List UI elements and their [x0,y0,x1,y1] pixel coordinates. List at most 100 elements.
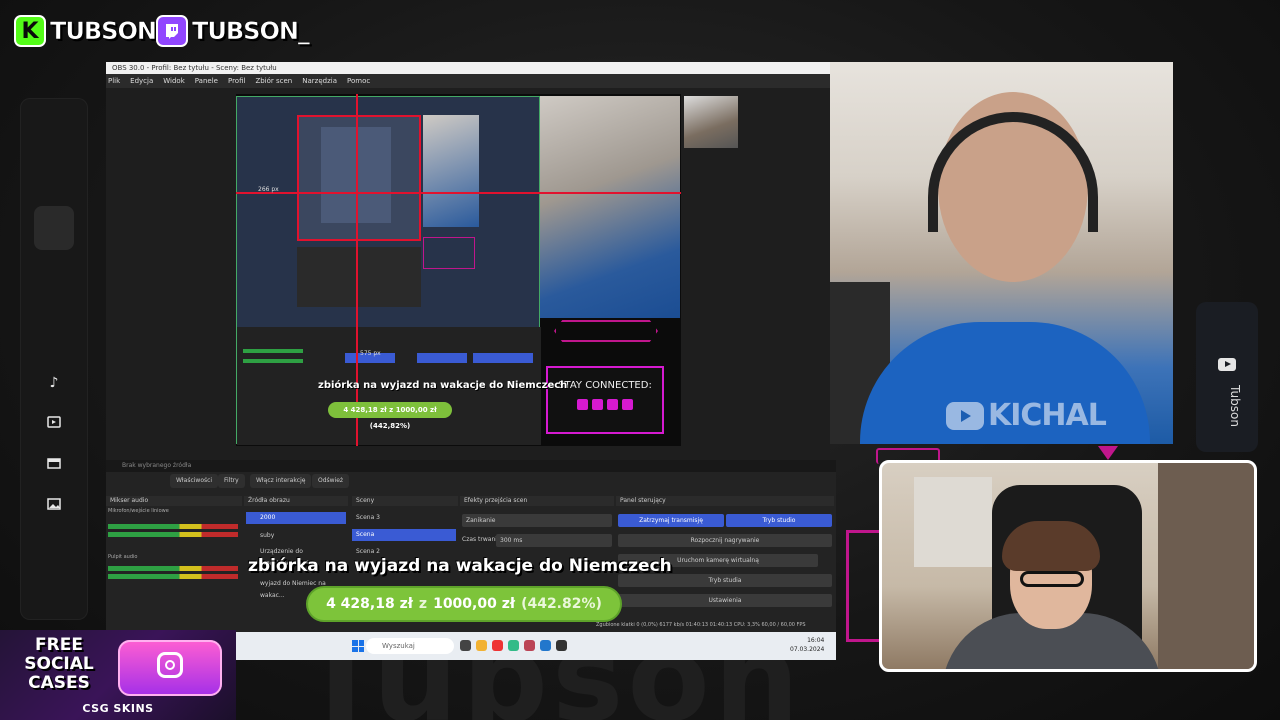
nested-webcam-small [684,96,738,148]
menu-item[interactable]: Pomoc [347,74,370,88]
source-item[interactable]: suby [246,530,346,542]
guide-label-bottom: 575 px [360,350,381,357]
instagram-icon [157,652,183,678]
twitch-handle: TUBSON_ [156,14,310,48]
watermark-text: KICHAL [988,398,1107,433]
audio-meter [108,524,238,529]
sources-header: Źródła obrazu [244,496,348,506]
menu-item[interactable]: Edycja [130,74,153,88]
audio-meter [108,566,238,571]
duration-input[interactable]: 300 ms [496,534,612,547]
scene-item[interactable]: Scena 3 [352,512,456,524]
social-icons [548,399,662,410]
frame-accent [846,530,880,642]
filters-button[interactable]: Filtry [218,474,245,488]
twitch-icon [156,15,188,47]
chrome-icon[interactable] [508,640,519,651]
scene-item[interactable]: Scena [352,529,456,541]
youtube-watermark: KICHAL [946,398,1107,433]
start-recording-button[interactable]: Rozpocznij nagrywanie [618,534,832,547]
refresh-button[interactable]: Odśwież [312,474,350,488]
obs-context-bar: Brak wybranego źródła [106,460,836,472]
hex-frame [554,320,658,342]
main-webcam [830,62,1173,444]
taskbar-clock: 16:04 07.03.2024 [790,636,824,654]
nested-progress: 4 428,18 zł z 1000,00 zł (442,82%) [328,402,452,430]
settings-button[interactable]: Ustawienia [618,594,832,607]
no-source-label: Brak wybranego źródła [122,462,192,469]
guide-label-left: 266 px [258,186,279,193]
windows-start-icon[interactable] [352,640,364,652]
interact-button[interactable]: Włącz interakcję [250,474,312,488]
source-item[interactable]: 2000 [246,512,346,524]
obs-window: OBS 30.0 - Profil: Bez tytułu - Sceny: B… [106,62,830,460]
duration-label: Czas trwania [462,536,501,543]
channel-name: Tubson [1228,385,1242,427]
calendar-icon[interactable] [46,457,62,473]
image-icon[interactable] [46,498,62,514]
guide-line-vertical [356,94,358,446]
controls-header: Panel sterujący [616,496,834,506]
promo-line1: FREE [35,635,83,655]
stay-connected-panel: STAY CONNECTED: [546,366,664,434]
app-icon[interactable] [540,640,551,651]
audio-meter [108,574,238,579]
rail-logo [34,206,74,250]
taskbar-search[interactable]: Wyszukaj [366,638,454,654]
transition-select[interactable]: Zanikanie [462,514,612,527]
mixer-track-label: Pulpit audio [108,554,138,560]
menu-item[interactable]: Panele [195,74,218,88]
donation-progress: 4 428,18 zł z 1000,00 zł (442.82%) [306,586,622,622]
video-icon[interactable] [46,416,62,432]
nested-webcam [540,96,680,318]
clock-date: 07.03.2024 [790,646,825,653]
progress-percent: (442.82%) [521,596,602,612]
obs-title-bar: OBS 30.0 - Profil: Bez tytułu - Sceny: B… [106,62,830,74]
kick-name: TUBSON [50,17,157,46]
obs-status-bar: Zgubione klatki 0 (0,0%) 6177 kb/s 01:40… [596,622,806,628]
promo-line3: CASES [28,673,90,693]
properties-button[interactable]: Właściwości [170,474,219,488]
youtube-icon [1218,358,1236,371]
stop-stream-button[interactable]: Zatrzymaj transmisję [618,514,724,527]
nested-capture [236,96,541,445]
shelf [1158,463,1254,669]
explorer-icon[interactable] [476,640,487,651]
menu-item[interactable]: Plik [108,74,120,88]
app-icon[interactable] [492,640,503,651]
progress-goal: 1000,00 zł [433,596,516,612]
kick-handle: K TUBSON [14,14,157,48]
progress-current: 4 428,18 zł [326,596,413,612]
facecam [879,460,1257,672]
obs-icon[interactable] [556,640,567,651]
mixer-track-label: Mikrofon/wejście liniowe [108,508,169,514]
studio-mode-button[interactable]: Tryb studio [726,514,832,527]
kick-icon: K [14,15,46,47]
nested-caption: zbiórka na wyjazd na wakacje do Niemczec… [318,380,568,391]
scenes-header: Sceny [352,496,458,506]
music-icon[interactable]: ♪ [46,375,62,391]
audio-meter [108,532,238,537]
left-rail [20,98,88,620]
progress-sep: z [418,596,428,612]
app-icon[interactable] [524,640,535,651]
clock-time: 16:04 [807,637,825,644]
menu-item[interactable]: Profil [228,74,245,88]
promo-line2: SOCIAL [24,654,94,674]
task-view-icon[interactable] [460,640,471,651]
hair [1002,521,1100,571]
monitor [914,477,992,567]
twitch-name: TUBSON_ [192,17,310,46]
donation-caption: zbiórka na wyjazd na wakacje do Niemczec… [248,556,672,576]
menu-item[interactable]: Widok [163,74,185,88]
windows-taskbar [236,632,836,660]
transitions-header: Efekty przejścia scen [460,496,614,506]
obs-menu-bar: Plik Edycja Widok Panele Profil Zbiór sc… [106,74,830,88]
glasses [1020,571,1084,587]
mixer-header: Mikser audio [106,496,242,506]
menu-item[interactable]: Narzędzia [302,74,337,88]
guide-line-horizontal [236,192,681,194]
promo-brand: CSG SKINS [82,702,154,715]
youtube-icon [946,401,984,430]
menu-item[interactable]: Zbiór scen [255,74,292,88]
